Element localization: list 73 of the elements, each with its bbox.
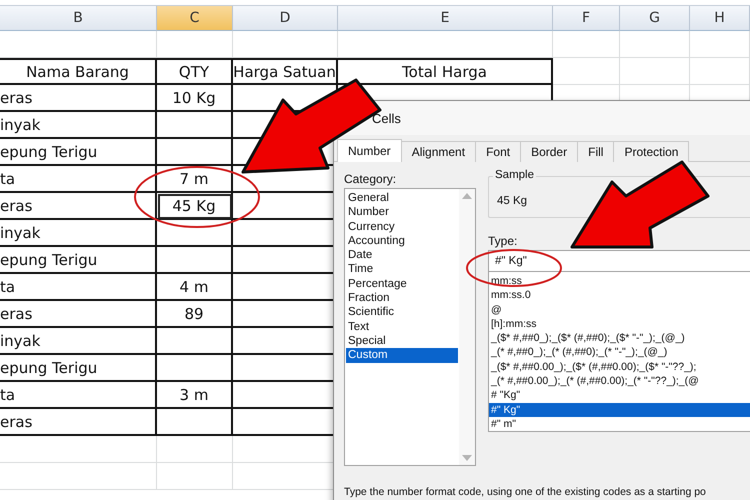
type-label: Type:: [488, 234, 518, 248]
table-cell: 45 Kg: [157, 193, 233, 220]
column-header[interactable]: G: [620, 6, 690, 31]
tab[interactable]: Number: [337, 139, 402, 162]
category-label: Category:: [344, 172, 398, 186]
tab[interactable]: Border: [520, 141, 578, 162]
category-item[interactable]: Fraction: [346, 291, 458, 306]
sample-label: Sample: [493, 169, 536, 181]
category-list[interactable]: General Number Currency Accounting Date Time Percentage Fraction Scientific Text Special Custom: [344, 188, 476, 466]
table-cell: 7 m: [157, 166, 233, 193]
table-cell: 4 m: [157, 274, 233, 301]
column-header[interactable]: B: [0, 6, 157, 31]
sample-value: 45 Kg: [497, 195, 528, 207]
tab[interactable]: Fill: [577, 141, 614, 162]
column-header[interactable]: F: [553, 6, 620, 31]
table-cell: ta: [0, 382, 157, 409]
empty-cell: [690, 31, 750, 58]
empty-cell: [553, 31, 620, 58]
column-header[interactable]: E: [338, 6, 553, 31]
table-cell: eras: [0, 193, 157, 220]
table-cell: epung Terigu: [0, 355, 157, 382]
format-item[interactable]: #" Kg": [489, 402, 750, 417]
format-item[interactable]: _(* #,##0_);_(* (#,##0);_(* "-"_);_(@_): [489, 345, 750, 360]
category-item[interactable]: Time: [346, 262, 458, 277]
format-item[interactable]: # "Kg": [489, 388, 750, 403]
table-cell: inyak: [0, 220, 157, 247]
scroll-down-icon[interactable]: [462, 455, 472, 461]
column-header[interactable]: H: [690, 6, 750, 31]
column-header[interactable]: D: [233, 6, 338, 31]
category-item[interactable]: Number: [346, 205, 458, 220]
column-header[interactable]: C: [157, 6, 233, 31]
type-field[interactable]: #" Kg": [488, 250, 750, 272]
tab[interactable]: Font: [475, 141, 522, 162]
table-header-cell: QTY: [157, 58, 233, 85]
format-item[interactable]: @: [489, 302, 750, 317]
dialog-title: Cells: [372, 110, 401, 126]
category-item[interactable]: Currency: [346, 220, 458, 234]
table-cell: eras: [0, 301, 157, 328]
empty-cell: [620, 31, 690, 58]
category-item[interactable]: Date: [346, 248, 458, 262]
category-item[interactable]: Accounting: [346, 234, 458, 248]
table-cell: eras: [0, 409, 157, 436]
table-cell: inyak: [0, 328, 157, 355]
table-cell: epung Terigu: [0, 247, 157, 274]
table-cell: ta: [0, 166, 157, 193]
table-cell: 10 Kg: [157, 85, 233, 112]
table-cell: epung Terigu: [0, 139, 157, 166]
format-item[interactable]: mm:ss: [489, 274, 750, 288]
format-item[interactable]: _($* #,##0.00_);_($* (#,##0.00);_($* "-"??_);: [489, 360, 750, 374]
format-item[interactable]: mm:ss.0: [489, 288, 750, 303]
format-item[interactable]: [h]:mm:ss: [489, 316, 750, 332]
format-item[interactable]: _(* #,##0.00_);_(* (#,##0.00);_(* "-"??_);_(@: [489, 374, 750, 388]
format-item[interactable]: _($* #,##0_);_($* (#,##0);_($* "-"_);_(@_): [489, 331, 750, 346]
scroll-up-icon[interactable]: [462, 193, 472, 199]
description-text: Type the number format code, using one of the existing codes as a starting po: [344, 486, 707, 498]
table-cell: 89: [157, 301, 233, 328]
category-item[interactable]: Text: [346, 320, 458, 334]
table-header-cell: Nama Barang: [0, 58, 157, 85]
table-header-cell: Total Harga: [338, 58, 553, 85]
tab[interactable]: Alignment: [400, 141, 476, 162]
table-cell: ta: [0, 274, 157, 301]
table-cell: inyak: [0, 112, 157, 139]
table-cell: eras: [0, 85, 157, 112]
tab[interactable]: Protection: [613, 141, 690, 162]
category-item[interactable]: Percentage: [346, 276, 458, 292]
category-item[interactable]: General: [346, 191, 458, 206]
category-item[interactable]: Custom: [346, 348, 458, 363]
category-item[interactable]: Scientific: [346, 305, 458, 320]
format-list[interactable]: [488, 272, 750, 432]
table-cell: 3 m: [157, 382, 233, 409]
table-header-cell: Harga Satuan: [233, 58, 338, 85]
format-item[interactable]: #" m": [489, 416, 750, 431]
category-item[interactable]: Special: [346, 334, 458, 348]
